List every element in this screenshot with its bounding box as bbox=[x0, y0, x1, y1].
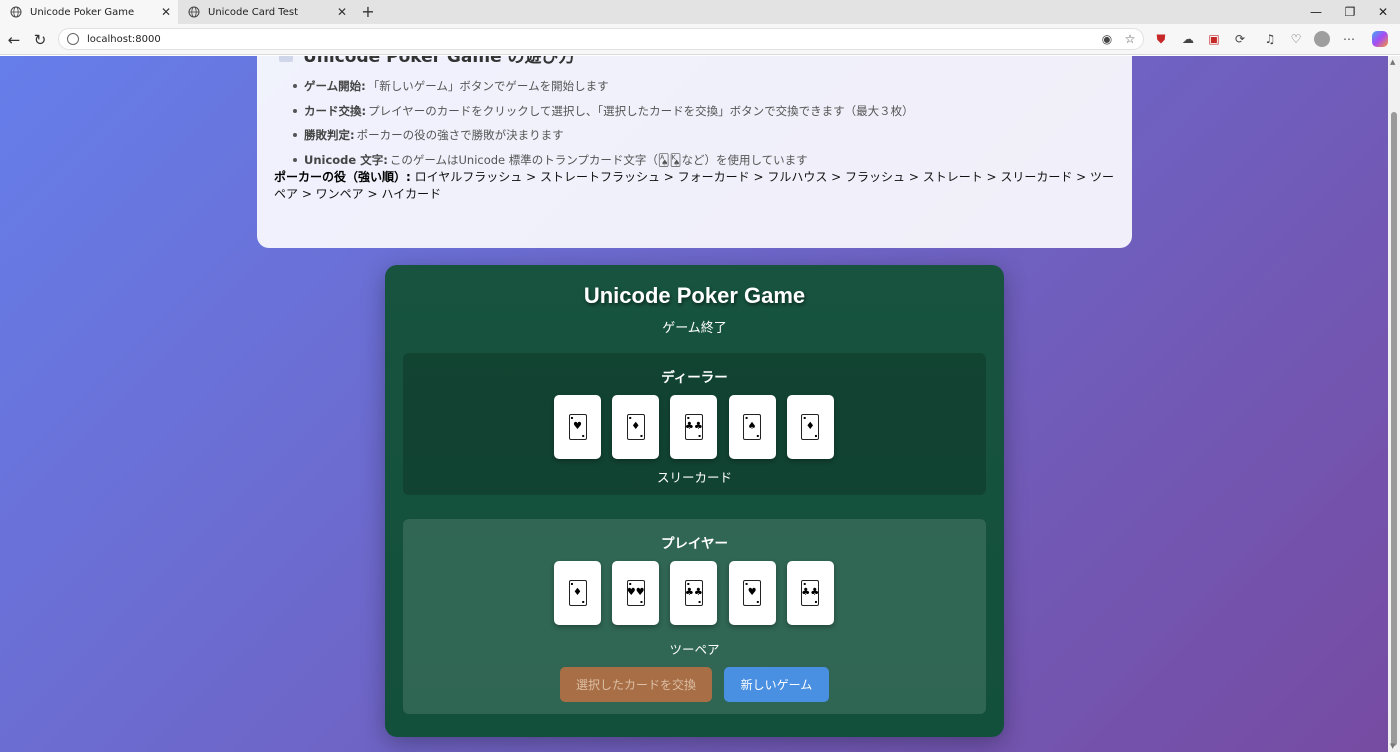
exchange-cards-button[interactable]: 選択したカードを交換 bbox=[560, 667, 712, 702]
dealer-card: ▪ ♦ ▪ bbox=[786, 395, 834, 459]
playing-card-glyph: ▪ ♠ ▪ bbox=[743, 414, 762, 440]
cloud-extension-icon[interactable]: ☁ bbox=[1180, 31, 1196, 47]
reload-icon[interactable]: ↻ bbox=[30, 30, 50, 50]
list-item: 勝敗判定: ポーカーの役の強さで勝敗が決まります bbox=[293, 123, 914, 148]
dealer-card: ▪ ♠ ▪ bbox=[728, 395, 776, 459]
dealer-label: ディーラー bbox=[661, 370, 728, 386]
instructions-panel: Unicode Poker Game の遊び方 ゲーム開始: 「新しいゲーム」ボ… bbox=[257, 56, 1132, 248]
poker-table: Unicode Poker Game ゲーム終了 ディーラー ▪ ♥ ▪ ▪ ♦ ▪ ▪ ♣♣… bbox=[385, 265, 1004, 737]
heart-pulse-icon[interactable]: ♡ bbox=[1288, 31, 1304, 47]
playing-card-glyph: ▪ ♥ ▪ bbox=[568, 414, 587, 440]
player-card[interactable]: ▪ ♥ ▪ bbox=[728, 561, 776, 625]
star-icon[interactable]: ☆ bbox=[1122, 32, 1138, 46]
profile-avatar[interactable] bbox=[1314, 31, 1330, 47]
copilot-icon[interactable] bbox=[1372, 31, 1388, 47]
close-icon[interactable]: ✕ bbox=[334, 5, 350, 19]
music-extension-icon[interactable]: ♫ bbox=[1262, 31, 1278, 47]
player-card[interactable]: ▪ ♥♥ ▪ bbox=[612, 561, 660, 625]
refresh-extension-icon[interactable]: ⟳ bbox=[1232, 31, 1248, 47]
playing-card-glyph: ▪ ♦ ▪ bbox=[568, 580, 587, 606]
page-scrollbar[interactable]: ▲ ▼ bbox=[1388, 56, 1400, 752]
new-game-button[interactable]: 新しいゲーム bbox=[724, 667, 829, 702]
new-tab-button[interactable]: + bbox=[358, 2, 378, 22]
tab-unicode-poker-game[interactable]: Unicode Poker Game ✕ bbox=[0, 0, 178, 24]
dealer-area: ディーラー ▪ ♥ ▪ ▪ ♦ ▪ ▪ ♣♣ ▪ ▪ ♠ ▪ ▪ ♦ ▪ スリーカード bbox=[403, 353, 986, 495]
playing-card-glyph: ▪ ♥ ▪ bbox=[743, 580, 762, 606]
game-title: Unicode Poker Game bbox=[583, 283, 806, 308]
dealer-hand: ▪ ♥ ▪ ▪ ♦ ▪ ▪ ♣♣ ▪ ▪ ♠ ▪ ▪ ♦ ▪ bbox=[554, 395, 834, 459]
game-status: ゲーム終了 bbox=[662, 321, 727, 336]
close-window-button[interactable]: ✕ bbox=[1366, 0, 1400, 24]
playing-card-glyph: ▪ ♥♥ ▪ bbox=[626, 580, 645, 606]
player-hand: ▪ ♦ ▪ ▪ ♥♥ ▪ ▪ ♣♣ ▪ ▪ ♥ ▪ ▪ ♣♣ ▪ bbox=[554, 561, 834, 625]
tab-unicode-card-test[interactable]: Unicode Card Test ✕ bbox=[178, 0, 354, 24]
instructions-list: ゲーム開始: 「新しいゲーム」ボタンでゲームを開始します カード交換: プレイヤ… bbox=[293, 74, 914, 172]
dealer-card: ▪ ♦ ▪ bbox=[612, 395, 660, 459]
more-menu-icon[interactable]: ⋯ bbox=[1341, 31, 1357, 47]
scrollbar-thumb[interactable] bbox=[1391, 112, 1397, 746]
scroll-up-icon[interactable]: ▲ bbox=[1390, 58, 1395, 66]
player-hand-rank: ツーペア bbox=[669, 642, 720, 657]
url-field[interactable]: localhost:8000 ◉ ☆ bbox=[58, 28, 1144, 50]
page-viewport: Unicode Poker Game の遊び方 ゲーム開始: 「新しいゲーム」ボ… bbox=[0, 56, 1388, 752]
playing-card-glyph: ▪ ♦ ▪ bbox=[801, 414, 820, 440]
globe-icon bbox=[10, 6, 22, 18]
site-info-icon[interactable] bbox=[67, 33, 79, 45]
player-card[interactable]: ▪ ♣♣ ▪ bbox=[786, 561, 834, 625]
dealer-hand-rank: スリーカード bbox=[656, 470, 732, 485]
player-area: プレイヤー ▪ ♦ ▪ ▪ ♥♥ ▪ ▪ ♣♣ ▪ ▪ ♥ ▪ ▪ ♣♣ ▪ ツーペア 選択したカードを交換… bbox=[403, 519, 986, 714]
eye-icon[interactable]: ◉ bbox=[1099, 32, 1115, 46]
url-text: localhost:8000 bbox=[87, 33, 161, 45]
tab-title: Unicode Card Test bbox=[208, 6, 298, 18]
playing-card-glyph: ▪ ♦ ▪ bbox=[626, 414, 645, 440]
browser-tab-bar: Unicode Poker Game ✕ Unicode Card Test ✕… bbox=[0, 0, 1400, 24]
globe-icon bbox=[188, 6, 200, 18]
player-card[interactable]: ▪ ♦ ▪ bbox=[554, 561, 601, 625]
minimize-button[interactable]: — bbox=[1299, 0, 1333, 24]
extension-icon[interactable]: ▣ bbox=[1206, 31, 1222, 47]
list-item: カード交換: プレイヤーのカードをクリックして選択し、「選択したカードを交換」ボ… bbox=[293, 99, 914, 124]
address-bar: ← ↻ localhost:8000 ◉ ☆ ⛊ ☁ ▣ ⟳ ♫ ♡ ⋯ bbox=[0, 24, 1400, 55]
list-item: ゲーム開始: 「新しいゲーム」ボタンでゲームを開始します bbox=[293, 74, 914, 99]
book-icon bbox=[279, 56, 293, 62]
shield-extension-icon[interactable]: ⛊ bbox=[1153, 31, 1169, 47]
instructions-title: Unicode Poker Game の遊び方 bbox=[279, 56, 576, 67]
tab-title: Unicode Poker Game bbox=[30, 6, 135, 18]
back-arrow-icon[interactable]: ← bbox=[4, 30, 24, 50]
player-card[interactable]: ▪ ♣♣ ▪ bbox=[670, 561, 718, 625]
close-icon[interactable]: ✕ bbox=[158, 5, 174, 19]
dealer-card: ▪ ♥ ▪ bbox=[554, 395, 601, 459]
restore-button[interactable]: ❐ bbox=[1333, 0, 1367, 24]
dealer-card: ▪ ♣♣ ▪ bbox=[670, 395, 718, 459]
playing-card-glyph: ▪ ♣♣ ▪ bbox=[684, 580, 703, 606]
scroll-down-icon[interactable]: ▼ bbox=[1390, 742, 1395, 750]
hand-ranking-text: ポーカーの役（強い順）: ロイヤルフラッシュ > ストレートフラッシュ > フォ… bbox=[274, 170, 1115, 201]
player-label: プレイヤー bbox=[660, 536, 729, 552]
playing-card-glyph: ▪ ♣♣ ▪ bbox=[684, 414, 703, 440]
playing-card-glyph: ▪ ♣♣ ▪ bbox=[801, 580, 820, 606]
